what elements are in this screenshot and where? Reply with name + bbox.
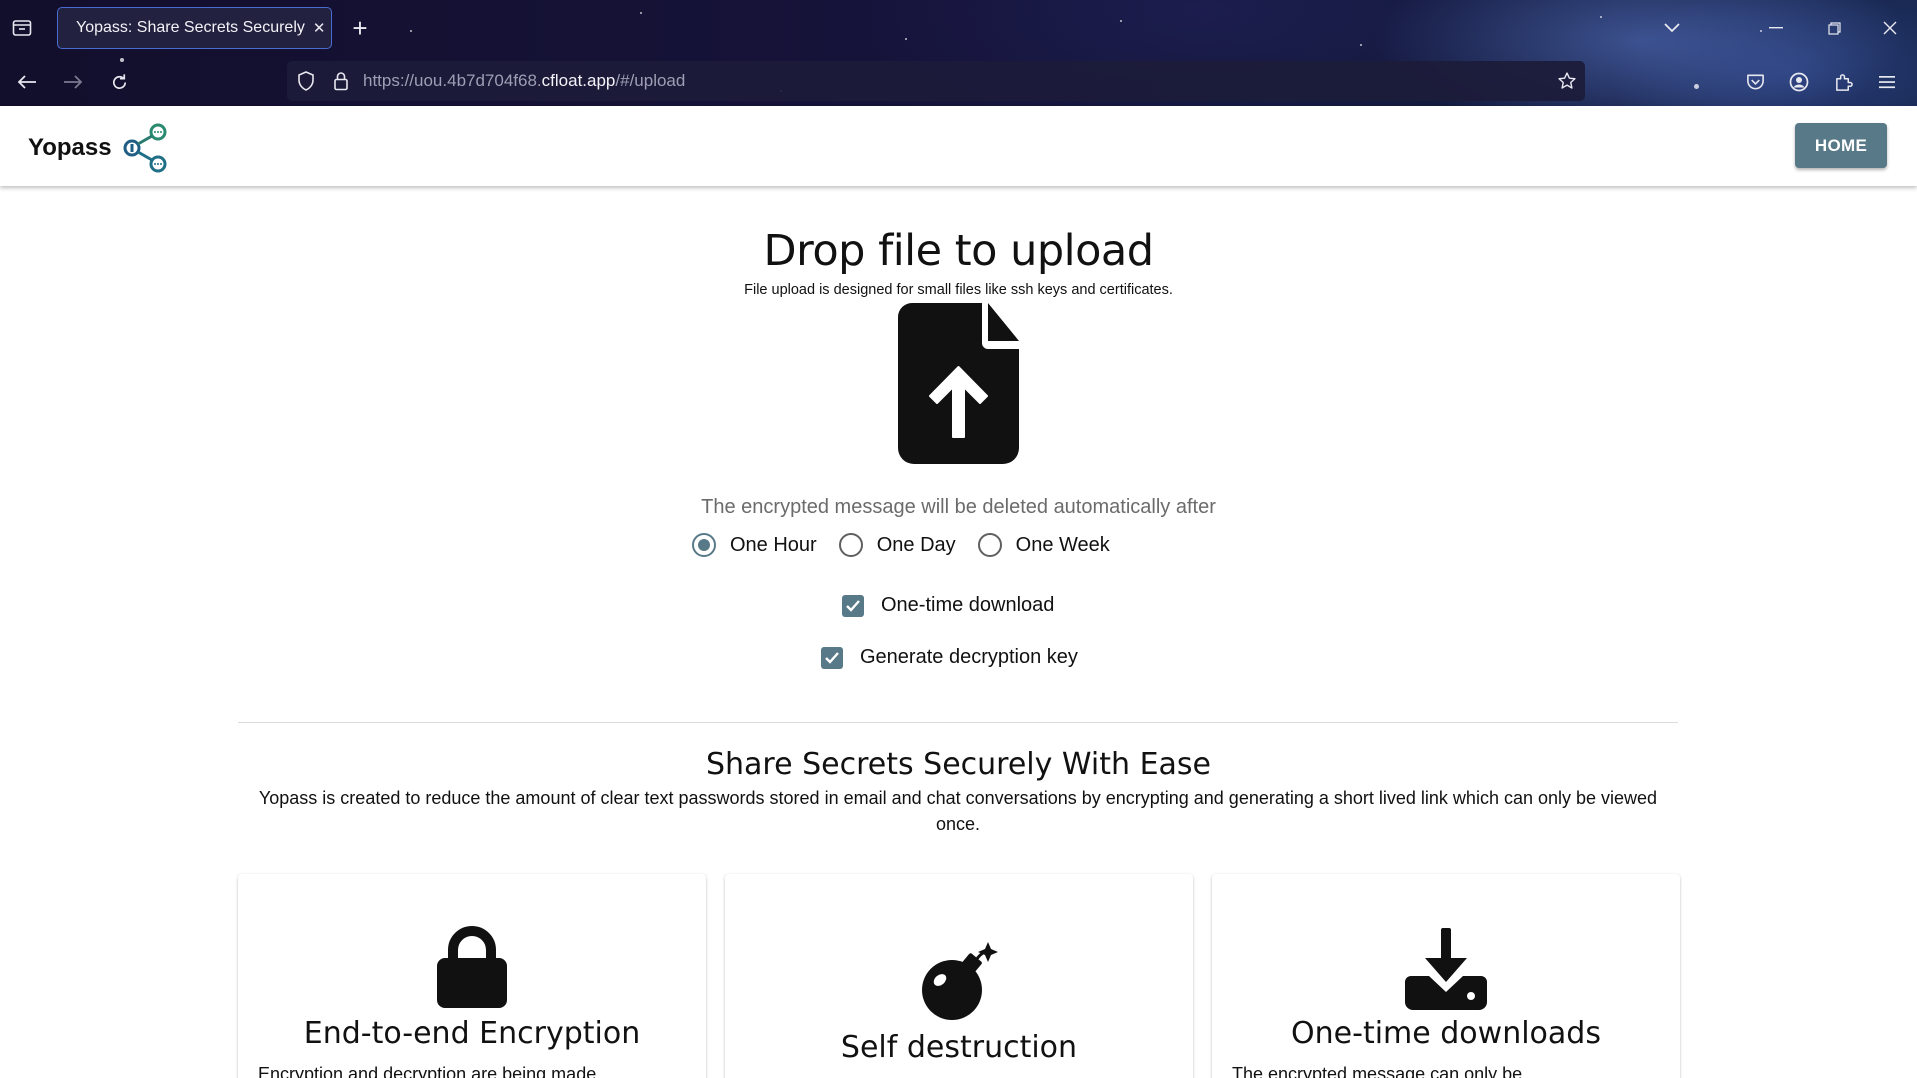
tab-list-icon [12,20,32,36]
tab-list-button[interactable] [8,14,36,42]
upload-title: Drop file to upload [763,226,1154,276]
navigation-toolbar: https://uou.4b7d704f68.cfloat.app/#/uplo… [0,56,1917,106]
back-button[interactable] [12,67,42,97]
tab-title: Yopass: Share Secrets Securely [76,19,305,36]
minimize-icon [1769,27,1783,29]
radio-one-week[interactable]: One Week [977,533,1110,557]
section-divider [238,722,1678,723]
arrow-left-icon [17,75,36,89]
extensions-button[interactable] [1828,67,1858,97]
url-domain: cfloat.app [541,71,616,90]
features-title: Share Secrets Securely With Ease [705,747,1211,782]
reload-icon [112,73,126,89]
tracking-protection-shield-icon[interactable] [297,71,315,91]
card-title: End-to-end Encryption [303,1016,641,1051]
account-button[interactable] [1784,67,1814,97]
radio-label: One Week [1015,533,1110,556]
close-window-button[interactable] [1876,14,1904,42]
tab-yopass[interactable]: Yopass: Share Secrets Securely ✕ [57,7,332,49]
lock-icon[interactable] [333,71,349,91]
list-all-tabs-button[interactable] [1658,14,1686,42]
checkbox-label: One-time download [881,594,1055,616]
url-prefix: https://uou.4b7d704f68. [363,71,542,90]
generate-key-checkbox[interactable]: Generate decryption key [821,646,1078,669]
feature-card-one-time-downloads: One-time downloads The encrypted message… [1212,874,1680,1078]
new-tab-button[interactable]: + [346,12,374,43]
expiration-radio-group: One Hour One Day One Week [692,533,1132,557]
radio-label: One Day [876,533,956,556]
radio-one-day[interactable]: One Day [838,533,956,557]
card-text: The encrypted message can only be [1232,1064,1523,1078]
app-menu-button[interactable] [1872,67,1902,97]
hamburger-menu-icon [1879,76,1895,89]
feature-card-encryption: End-to-end Encryption Encryption and dec… [238,874,706,1078]
card-title: Self destruction [840,1030,1078,1065]
checkbox-checked[interactable] [842,594,864,617]
arrow-right-icon [64,75,83,89]
one-time-download-checkbox[interactable]: One-time download [842,594,1054,617]
url-bar[interactable]: https://uou.4b7d704f68.cfloat.app/#/uplo… [287,61,1585,101]
url-text[interactable]: https://uou.4b7d704f68.cfloat.app/#/uplo… [363,71,685,91]
yopass-share-logo-icon [123,123,167,173]
features-description: Yopass is created to reduce the amount o… [258,788,1658,834]
tab-close-icon[interactable]: ✕ [313,19,326,37]
radio-label: One Hour [730,533,817,556]
close-icon [1883,21,1897,35]
tab-bar: Yopass: Share Secrets Securely ✕ + [0,0,1917,56]
checkbox-label: Generate decryption key [860,646,1078,668]
checkbox-checked[interactable] [821,646,843,669]
restore-icon [1827,21,1841,35]
browser-chrome: Yopass: Share Secrets Securely ✕ + https… [0,0,1917,106]
expiration-label: The encrypted message will be deleted au… [701,496,1216,518]
lock-icon [437,926,507,1008]
card-icon-wrapper [238,926,706,1008]
file-upload-icon [898,303,1019,464]
forward-button[interactable] [58,67,88,97]
card-icon-wrapper [725,942,1193,1024]
file-upload-dropzone[interactable] [898,303,1019,469]
radio-button-selected[interactable] [692,533,716,557]
card-icon-wrapper [1212,928,1680,1010]
checkmark-icon [825,651,839,664]
radio-button[interactable] [838,533,863,557]
account-icon [1789,72,1809,92]
puzzle-icon [1835,73,1853,91]
chevron-down-icon [1664,23,1680,33]
download-icon [1405,928,1487,1010]
minimize-window-button[interactable] [1762,14,1790,42]
radio-one-hour[interactable]: One Hour [692,533,817,557]
upload-subtitle: File upload is designed for small files … [744,282,1173,298]
pocket-icon [1746,74,1764,90]
home-button[interactable]: HOME [1795,123,1887,168]
bomb-icon [922,942,998,1020]
app-header: Yopass HOME [0,106,1917,186]
card-title: One-time downloads [1291,1016,1601,1051]
card-text: Encryption and decryption are being made [258,1064,597,1078]
checkmark-icon [846,599,860,612]
brand-name: Yopass [28,134,112,161]
brand-link[interactable]: Yopass [28,122,170,174]
bookmark-star-icon[interactable] [1557,71,1577,91]
pocket-button[interactable] [1740,67,1770,97]
url-path: /#/upload [615,71,686,90]
feature-card-self-destruction: Self destruction [725,874,1193,1078]
restore-window-button[interactable] [1820,14,1848,42]
plus-icon: + [352,12,368,43]
radio-button[interactable] [977,533,1002,557]
reload-button[interactable] [104,67,134,97]
